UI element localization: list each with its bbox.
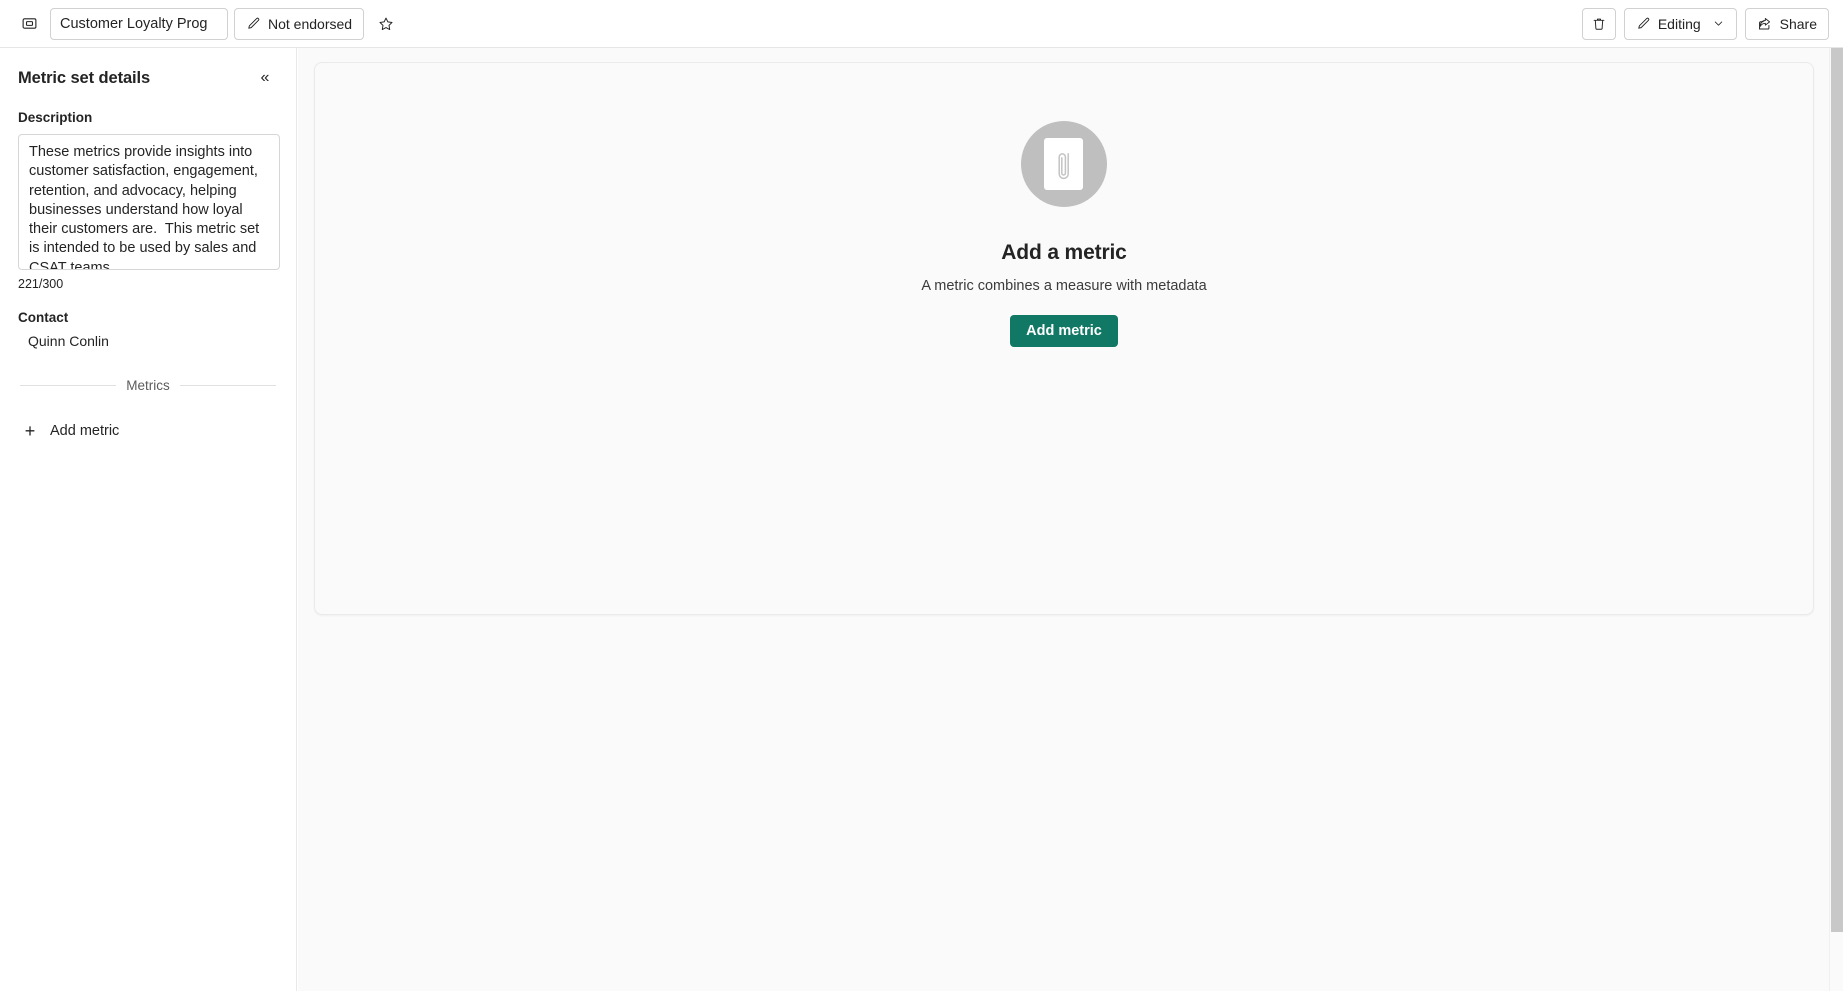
favorite-button[interactable]: [370, 8, 402, 40]
page-scrollbar-thumb[interactable]: [1831, 48, 1843, 932]
paperclip-glyph: [1058, 153, 1069, 180]
divider-line-right: [179, 385, 276, 386]
chevron-down-icon: [1712, 17, 1725, 30]
chevron-down-glyph: [1714, 21, 1722, 26]
add-metric-button[interactable]: Add metric: [1010, 315, 1118, 347]
delete-button[interactable]: [1581, 7, 1616, 40]
metrics-divider-label: Metrics: [126, 378, 170, 393]
top-command-bar: Not endorsed Editing: [0, 0, 1843, 48]
trash-icon: [1591, 16, 1607, 32]
share-button[interactable]: Share: [1744, 7, 1829, 40]
metrics-section-divider: Metrics: [18, 378, 278, 393]
empty-state-subtitle: A metric combines a measure with metadat…: [921, 278, 1207, 294]
editing-mode-label: Editing: [1657, 15, 1701, 32]
pencil-glyph: [1638, 17, 1650, 29]
share-icon: [1757, 16, 1773, 32]
endorsement-button[interactable]: Not endorsed: [234, 7, 365, 40]
panel-layout-icon[interactable]: [14, 9, 44, 39]
chevron-double-left-icon[interactable]: «: [252, 65, 278, 91]
sidebar-add-metric-button[interactable]: + Add metric: [18, 417, 278, 445]
divider-line-left: [20, 385, 117, 386]
description-char-counter: 221/300: [18, 277, 64, 291]
page-title: Metric set details: [18, 68, 151, 87]
plus-icon: +: [24, 421, 36, 441]
share-label: Share: [1779, 15, 1817, 32]
empty-state-title: Add a metric: [1001, 241, 1127, 264]
contact-label: Contact: [18, 310, 69, 325]
topbar-right-group: Editing Share: [1581, 7, 1829, 40]
topbar-left-group: Not endorsed: [14, 7, 1582, 40]
endorsement-label: Not endorsed: [268, 15, 353, 32]
trash-glyph: [1593, 18, 1605, 30]
pencil-glyph: [248, 17, 260, 29]
paperclip-document-icon: [1020, 121, 1107, 207]
editing-mode-button[interactable]: Editing: [1623, 7, 1737, 40]
panel-layout-glyph: [22, 18, 36, 29]
pencil-icon: [246, 16, 261, 31]
metric-set-details-sidebar: Metric set details « Description 221/300…: [0, 48, 297, 991]
description-textarea[interactable]: [19, 135, 279, 269]
sidebar-header: Metric set details «: [18, 65, 278, 91]
star-outline-icon: [378, 16, 394, 32]
metrics-empty-state-card: Add a metric A metric combines a measure…: [314, 62, 1814, 615]
page-scrollbar[interactable]: [1829, 48, 1843, 991]
pencil-icon: [1636, 16, 1651, 31]
share-glyph: [1758, 17, 1770, 30]
empty-state-content: Add a metric A metric combines a measure…: [921, 121, 1207, 347]
document-shape: [1044, 138, 1084, 190]
main-canvas: Add a metric A metric combines a measure…: [298, 48, 1843, 991]
metric-set-title-input[interactable]: [50, 7, 228, 40]
sidebar-add-metric-label: Add metric: [50, 423, 120, 439]
description-label: Description: [18, 110, 93, 125]
contact-value: Quinn Conlin: [28, 333, 109, 349]
star-glyph: [379, 17, 393, 30]
description-field-wrapper: [18, 134, 280, 270]
